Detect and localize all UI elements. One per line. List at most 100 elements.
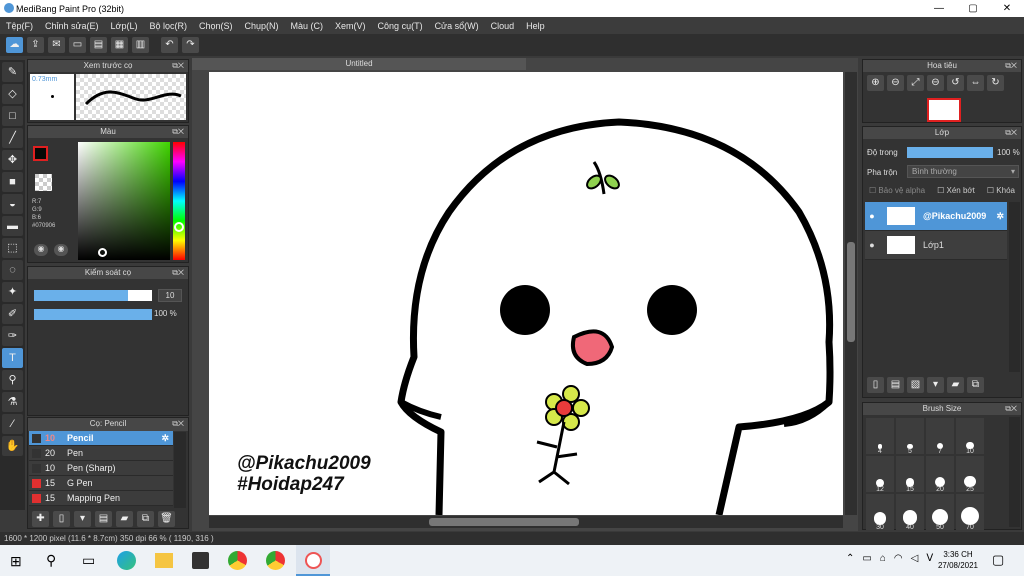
blend-select[interactable]: Bình thường ▾: [907, 165, 1019, 178]
brush-size-option[interactable]: 40: [896, 494, 924, 531]
vertical-scroll-thumb[interactable]: [847, 242, 855, 342]
brush-tool-icon[interactable]: ✎: [2, 62, 23, 82]
brush-size-scrollbar[interactable]: [1009, 417, 1020, 527]
lasso-tool-icon[interactable]: ◌: [2, 260, 23, 280]
file-explorer-icon[interactable]: [155, 553, 173, 568]
duplicate-icon[interactable]: ⧉: [967, 377, 984, 393]
brush-item[interactable]: 15 G Pen: [29, 476, 173, 491]
layer-doc-icon[interactable]: ▧: [907, 377, 924, 393]
popout-icon[interactable]: ⧉✕: [1005, 403, 1017, 415]
protect-alpha-checkbox[interactable]: ☐ Bảo vệ alpha: [869, 186, 925, 195]
gear-icon[interactable]: ✲: [161, 433, 169, 444]
popout-icon[interactable]: ⧉✕: [1005, 127, 1017, 139]
popout-icon[interactable]: ⧉✕: [172, 267, 184, 279]
brush-size-option[interactable]: 12: [866, 456, 894, 493]
brush-size-option[interactable]: 50: [926, 494, 954, 531]
layer-row[interactable]: ● @Pikachu2009 ✲: [865, 202, 1007, 231]
menu-edit[interactable]: Chỉnh sửa(E): [45, 21, 99, 31]
palette2-icon[interactable]: ◉: [54, 244, 68, 256]
dot-tool-icon[interactable]: ╱: [2, 128, 23, 148]
popout-icon[interactable]: ⧉✕: [172, 60, 184, 72]
menu-tools[interactable]: Công cụ(T): [378, 21, 423, 31]
wifi-icon[interactable]: ◠: [894, 553, 903, 564]
operation-tool-icon[interactable]: ⚲: [2, 370, 23, 390]
brush-item[interactable]: 10 Pen (Sharp): [29, 461, 173, 476]
language-icon[interactable]: ᐯ: [926, 553, 933, 564]
fill-rect-tool-icon[interactable]: ■: [2, 172, 23, 192]
size-slider[interactable]: [34, 290, 152, 301]
popout-icon[interactable]: ⧉✕: [1005, 60, 1017, 72]
transparent-swatch[interactable]: [35, 174, 52, 191]
layer-scrollbar[interactable]: [1009, 202, 1020, 372]
hue-cursor[interactable]: [174, 222, 184, 232]
flip-icon[interactable]: ⇔: [967, 75, 984, 91]
share-icon[interactable]: ⇪: [27, 37, 44, 53]
speech-bubble-icon[interactable]: ▭: [69, 37, 86, 53]
zoom-out-icon[interactable]: ⊖: [887, 75, 904, 91]
brush-size-option[interactable]: 20: [926, 456, 954, 493]
folder-icon[interactable]: ▰: [116, 511, 133, 527]
task-view-icon[interactable]: ▭: [82, 552, 95, 569]
hue-slider[interactable]: [173, 142, 185, 260]
folder-icon[interactable]: ▰: [947, 377, 964, 393]
windows-start-icon[interactable]: ⊞: [10, 553, 22, 570]
move-tool-icon[interactable]: ✥: [2, 150, 23, 170]
navigator-thumbnail[interactable]: [927, 98, 961, 122]
menu-file[interactable]: Tệp(F): [6, 21, 33, 31]
menu-help[interactable]: Help: [526, 21, 545, 31]
redo-icon[interactable]: ↷: [182, 37, 199, 53]
rotate-right-icon[interactable]: ↻: [987, 75, 1004, 91]
select-tool-icon[interactable]: ⬚: [2, 238, 23, 258]
select-pen-icon[interactable]: ✐: [2, 304, 23, 324]
zoom-in-icon[interactable]: ⊕: [867, 75, 884, 91]
brush-item[interactable]: 15 Mapping Pen: [29, 491, 173, 506]
eyedropper2-icon[interactable]: ⁄: [2, 414, 23, 434]
medibang-taskbar-button[interactable]: [296, 545, 330, 576]
layout-icon[interactable]: ▥: [132, 37, 149, 53]
undo-icon[interactable]: ↶: [161, 37, 178, 53]
clip-checkbox[interactable]: ☐ Xén bớt: [937, 186, 975, 195]
volume-icon[interactable]: ◁: [911, 553, 919, 564]
search-icon[interactable]: ⚲: [46, 552, 56, 569]
menu-view[interactable]: Xem(V): [335, 21, 366, 31]
lock-checkbox[interactable]: ☐ Khóa: [987, 186, 1015, 195]
minimize-button[interactable]: —: [922, 0, 956, 17]
menu-select[interactable]: Chọn(S): [199, 21, 233, 31]
brush-list-scrollbar[interactable]: [174, 432, 186, 508]
cloud-icon[interactable]: ☁: [6, 37, 23, 53]
brush-size-option[interactable]: 70: [956, 494, 984, 531]
duplicate-icon[interactable]: ⧉: [137, 511, 154, 527]
saturation-value-picker[interactable]: [78, 142, 170, 260]
layer-opacity-slider[interactable]: [907, 147, 993, 158]
layer-menu-icon[interactable]: ▾: [927, 377, 944, 393]
popout-icon[interactable]: ⧉✕: [172, 418, 184, 430]
notification-icon[interactable]: ▢: [992, 552, 1004, 568]
rotate-left-icon[interactable]: ↺: [947, 75, 964, 91]
popout-icon[interactable]: ⧉✕: [172, 126, 184, 138]
document-icon[interactable]: ▤: [90, 37, 107, 53]
vertical-scrollbar[interactable]: [845, 72, 857, 515]
brush-size-option[interactable]: 10: [956, 418, 984, 455]
menu-window[interactable]: Cửa sổ(W): [435, 21, 479, 31]
eye-icon[interactable]: ●: [865, 211, 879, 221]
grid-icon[interactable]: ▦: [111, 37, 128, 53]
eye-icon[interactable]: ●: [865, 240, 879, 250]
hand-tool-icon[interactable]: ✋: [2, 436, 23, 456]
new-brush-icon[interactable]: ▯: [53, 511, 70, 527]
new-layer-2-icon[interactable]: ▤: [887, 377, 904, 393]
layer-row[interactable]: ● Lớp1: [865, 231, 1007, 260]
fit-icon[interactable]: ⤢: [907, 75, 924, 91]
opacity-slider[interactable]: [34, 309, 152, 320]
comment-icon[interactable]: ✉: [48, 37, 65, 53]
trash-icon[interactable]: 🗑: [158, 511, 175, 527]
new-layer-icon[interactable]: ▯: [867, 377, 884, 393]
brush-item[interactable]: 20 Pen: [29, 446, 173, 461]
magic-wand-icon[interactable]: ✦: [2, 282, 23, 302]
document-tab[interactable]: Untitled: [192, 58, 526, 70]
eyedropper-icon[interactable]: ⚗: [2, 392, 23, 412]
brush-menu-icon[interactable]: ▾: [74, 511, 91, 527]
store-icon[interactable]: [192, 552, 209, 569]
brush-size-option[interactable]: 25: [956, 456, 984, 493]
chevron-up-icon[interactable]: ⌃: [846, 553, 854, 564]
battery-icon[interactable]: ▭: [862, 553, 871, 564]
